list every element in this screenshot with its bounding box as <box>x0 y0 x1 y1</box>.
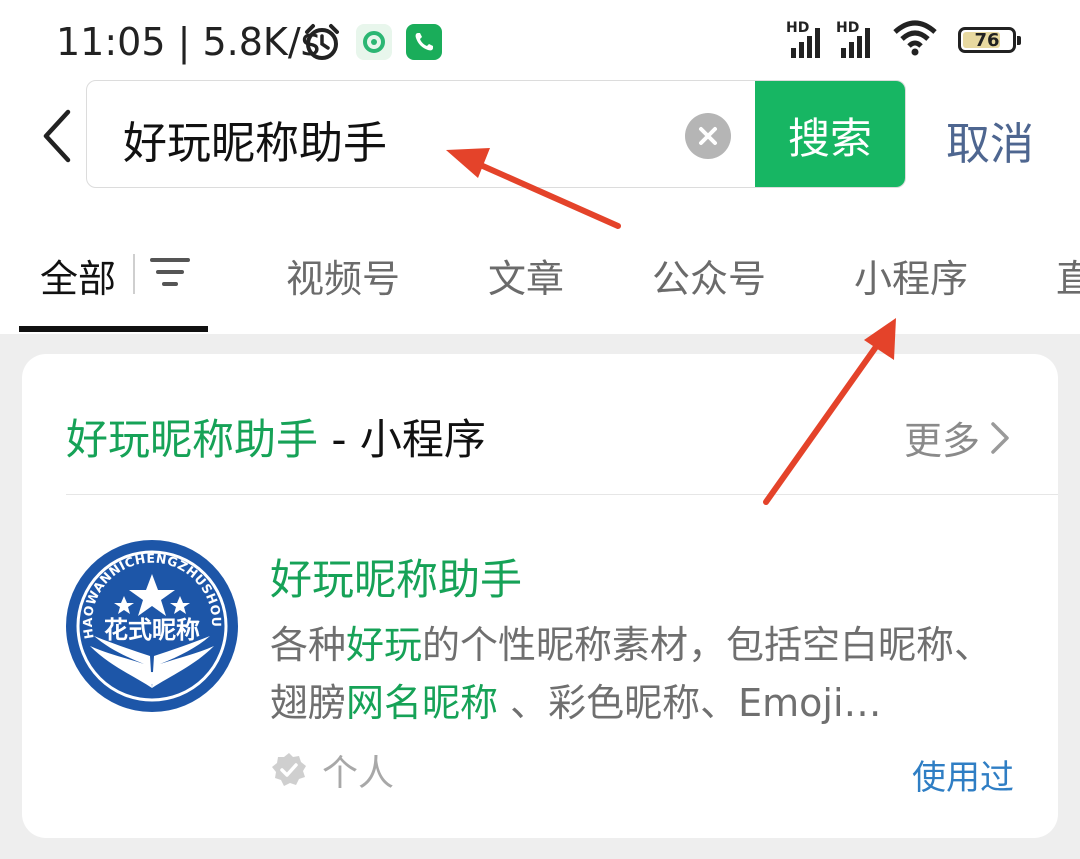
search-box[interactable]: 好玩昵称助手 搜索 <box>86 80 906 188</box>
tab-channels[interactable]: 视频号 <box>286 248 400 303</box>
search-button[interactable]: 搜索 <box>755 81 905 187</box>
verified-badge-icon <box>272 753 306 786</box>
app-notification-icon <box>356 24 392 60</box>
mini-program-result-card: 好玩昵称助手 - 小程序 更多 HAOWANNICHENGZHUSHOU 花式昵… <box>22 354 1058 838</box>
clear-search-button[interactable] <box>685 113 731 159</box>
tab-mini-programs[interactable]: 小程序 <box>854 248 968 303</box>
battery-icon: 76 <box>958 27 1021 53</box>
active-tab-indicator <box>19 326 208 332</box>
mini-program-description: 各种好玩的个性昵称素材，包括空白昵称、翅膀网名昵称 、彩色昵称、Emoji… <box>270 623 993 725</box>
tab-bar: 全部 视频号 文章 公众号 小程序 直 <box>0 230 1080 334</box>
phone-app-icon <box>406 24 442 60</box>
search-input[interactable]: 好玩昵称助手 <box>123 107 387 171</box>
alarm-icon <box>302 22 342 66</box>
logo-text: 花式昵称 <box>104 616 200 644</box>
account-type: 个人 <box>270 744 394 796</box>
tab-all[interactable]: 全部 <box>40 248 116 303</box>
tab-divider <box>133 254 135 294</box>
chevron-right-icon <box>991 421 1009 454</box>
signal-icon: HD <box>786 20 820 58</box>
tab-articles[interactable]: 文章 <box>488 248 564 303</box>
section-title: 好玩昵称助手 - 小程序 <box>66 415 486 464</box>
mini-program-logo[interactable]: HAOWANNICHENGZHUSHOU 花式昵称 <box>64 538 240 714</box>
mini-program-name[interactable]: 好玩昵称助手 <box>270 546 522 607</box>
close-icon <box>699 127 717 145</box>
tab-official-accounts[interactable]: 公众号 <box>652 248 766 303</box>
wifi-icon <box>892 20 938 60</box>
used-before-label: 使用过 <box>912 758 1014 798</box>
status-time: 11:05 | 5.8K/s <box>56 20 321 64</box>
status-bar: 11:05 | 5.8K/s HD HD 76 <box>0 0 1080 86</box>
more-link[interactable]: 更多 <box>904 410 1010 465</box>
filter-icon[interactable] <box>150 256 190 294</box>
tab-live[interactable]: 直 <box>1056 248 1080 303</box>
cancel-button[interactable]: 取消 <box>946 108 1034 172</box>
back-button[interactable] <box>38 108 78 164</box>
signal-icon: HD <box>836 20 870 58</box>
divider <box>66 494 1058 495</box>
chevron-left-icon <box>43 109 71 163</box>
